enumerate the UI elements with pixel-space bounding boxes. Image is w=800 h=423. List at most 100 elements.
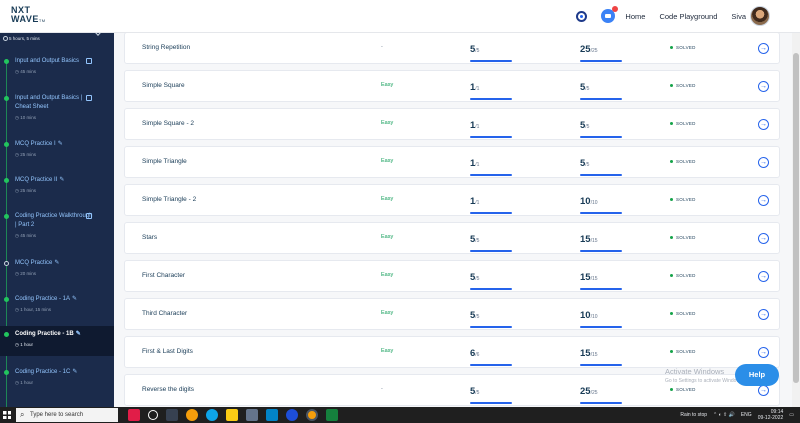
progress-bar [580,212,622,214]
app-icon[interactable] [128,409,140,421]
progress-bar [580,364,622,366]
sidebar-item-mcq-practice[interactable]: MCQ Practice✎ 20 mins [0,259,114,277]
sidebar-item-coding-practice-1a[interactable]: Coding Practice - 1A✎ 1 hour, 15 mins [0,295,114,313]
test-cases-score: 5/5 [470,267,514,290]
mail-icon[interactable] [266,409,278,421]
completed-dot-icon [4,178,9,183]
sidebar-item-coding-practice-1c[interactable]: Coding Practice - 1C✎ 1 hour [0,368,114,386]
progress-bar [470,364,512,366]
status-badge: SOLVED [670,349,696,354]
arrow-right-icon[interactable]: → [758,347,769,358]
taskbar-search-input[interactable]: Type here to search [16,408,118,422]
status-badge: SOLVED [670,311,696,316]
progress-bar [470,288,512,290]
weather-status[interactable]: Rain to stop [680,412,707,418]
progress-bar [580,250,622,252]
language-indicator[interactable]: ENG [741,412,752,418]
task-view-icon[interactable] [166,409,178,421]
document-icon [86,213,92,219]
nxtwave-logo[interactable]: NXT WAVETM [11,6,46,25]
points-score: 10/10 [580,305,624,328]
progress-bar [470,402,512,404]
problem-row-first-character[interactable]: First Character Easy 5/5 15/15 SOLVED → [124,260,780,292]
notifications-icon[interactable] [601,6,619,23]
points-score: 15/15 [580,229,624,252]
file-explorer-icon[interactable] [226,409,238,421]
streak-icon[interactable] [576,10,588,22]
progress-bar [580,326,622,328]
problem-row-third-character[interactable]: Third Character Easy 5/5 10/10 SOLVED → [124,298,780,330]
problem-row-stars[interactable]: Stars Easy 5/5 15/15 SOLVED → [124,222,780,254]
sidebar-item-input-output-basics[interactable]: Input and Output Basics 45 mins [0,57,114,75]
help-button[interactable]: Help [735,364,779,386]
sidebar-item-walkthrough-part-2[interactable]: Coding Practice Walkthrough | Part 2 45 … [0,212,114,239]
points-score: 15/15 [580,267,624,290]
edge-icon[interactable] [206,409,218,421]
progress-bar [580,402,622,404]
test-cases-score: 1/1 [470,191,514,214]
arrow-right-icon[interactable]: → [758,233,769,244]
problem-row-simple-square-2[interactable]: Simple Square - 2 Easy 1/1 5/5 SOLVED → [124,108,780,140]
points-score: 25/25 [580,381,624,404]
progress-bar [470,98,512,100]
arrow-right-icon[interactable]: → [758,195,769,206]
arrow-right-icon[interactable]: → [758,271,769,282]
progress-bar [580,288,622,290]
progress-bar [470,136,512,138]
arrow-right-icon[interactable]: → [758,157,769,168]
cortana-icon[interactable] [148,410,158,420]
tray-icons[interactable]: ⌃ ◐ ⇧ 🔊 [713,412,735,418]
status-badge: SOLVED [670,197,696,202]
completed-dot-icon [4,214,9,219]
progress-bar [470,60,512,62]
chrome-active-icon[interactable] [306,409,318,421]
points-score: 15/15 [580,343,624,366]
sidebar-item-io-cheat-sheet[interactable]: Input and Output Basics | Cheat Sheet 10… [0,94,114,121]
sidebar-item-mcq-practice-2[interactable]: MCQ Practice II✎ 25 mins [0,176,114,194]
nav-home-link[interactable]: Home [625,12,645,21]
pencil-icon: ✎ [72,369,78,375]
windows-start-icon[interactable] [3,411,11,419]
avatar[interactable] [750,6,770,26]
arrow-right-icon[interactable]: → [758,43,769,54]
status-badge: SOLVED [670,45,696,50]
test-cases-score: 5/5 [470,305,514,328]
top-header: NXT WAVETM Home Code Playground Siva [0,0,800,33]
store-icon[interactable] [246,409,258,421]
sidebar-item-mcq-practice-1[interactable]: MCQ Practice I✎ 25 mins [0,140,114,158]
completed-dot-icon [4,96,9,101]
arrow-right-icon[interactable]: → [758,119,769,130]
arrow-right-icon[interactable]: → [758,385,769,396]
system-tray: Rain to stop ⌃ ◐ ⇧ 🔊 ENG 09:14 09-12-202… [680,409,794,421]
test-cases-score: 5/5 [470,229,514,252]
arrow-right-icon[interactable]: → [758,81,769,92]
progress-bar [580,174,622,176]
main-scrollbar[interactable] [792,33,800,407]
sidebar-item-coding-practice-1b[interactable]: Coding Practice - 1B✎ 1 hour [0,326,114,356]
arrow-right-icon[interactable]: → [758,309,769,320]
progress-bar [470,326,512,328]
nav-code-playground-link[interactable]: Code Playground [659,12,717,21]
test-cases-score: 1/1 [470,153,514,176]
progress-bar [470,174,512,176]
chrome-icon[interactable] [186,409,198,421]
problem-row-simple-triangle-2[interactable]: Simple Triangle - 2 Easy 1/1 10/10 SOLVE… [124,184,780,216]
problem-row-simple-triangle[interactable]: Simple Triangle Easy 1/1 5/5 SOLVED → [124,146,780,178]
notification-center-icon[interactable]: ▭ [789,412,794,418]
status-badge: SOLVED [670,159,696,164]
clock[interactable]: 09:14 09-12-2022 [758,409,784,421]
course-sidebar: 5 hours, 5 mins Input and Output Basics … [0,33,114,407]
scrollbar-thumb[interactable] [793,53,799,383]
test-cases-score: 1/1 [470,77,514,100]
problem-row-first-last-digits[interactable]: First & Last Digits Easy 6/6 15/15 SOLVE… [124,336,780,368]
test-cases-score: 1/1 [470,115,514,138]
problem-row-simple-square[interactable]: Simple Square Easy 1/1 5/5 SOLVED → [124,70,780,102]
ie-icon[interactable] [286,409,298,421]
status-badge: SOLVED [670,387,696,392]
pencil-icon: ✎ [75,331,81,337]
progress-bar [470,250,512,252]
excel-icon[interactable] [326,409,338,421]
points-score: 5/5 [580,77,624,100]
problem-row-string-repetition[interactable]: String Repetition - 5/5 25/25 SOLVED → [124,33,780,64]
user-name[interactable]: Siva [731,12,746,21]
